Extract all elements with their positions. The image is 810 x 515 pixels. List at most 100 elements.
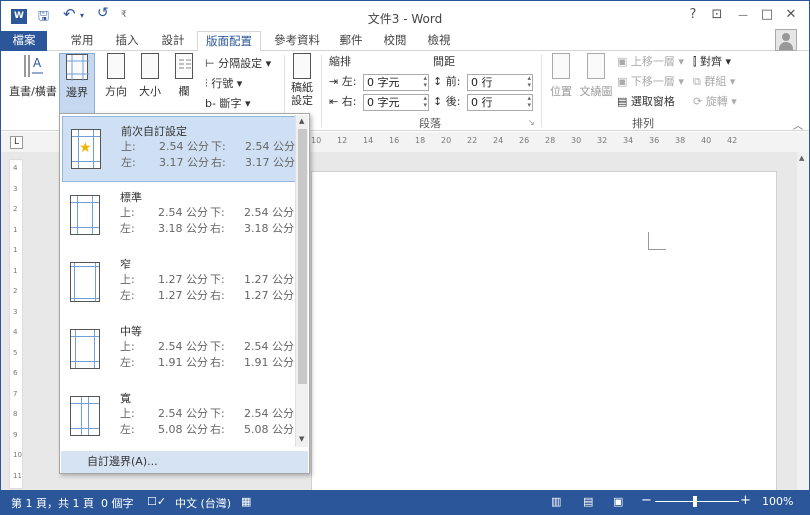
proofing-icon[interactable]: ☐✓	[147, 495, 166, 508]
scroll-up-icon[interactable]: ▲	[799, 154, 804, 162]
indent-left-input[interactable]: 0 字元 ▴ ▾	[363, 74, 429, 91]
horizontal-ruler[interactable]: 10 12 14 16 18 20 22 24 26 28 30 32 34 36 38 40 42	[311, 136, 751, 148]
language-indicator[interactable]: 中文 (台灣)	[175, 495, 231, 511]
tab-review[interactable]: 校閱	[375, 31, 415, 51]
text-direction-label: 直書/橫書	[9, 85, 57, 98]
zoom-slider-thumb[interactable]	[693, 496, 697, 507]
scroll-up-icon[interactable]: ▲	[299, 117, 304, 125]
dialog-launcher-icon[interactable]: ↘	[528, 118, 535, 127]
draft-paper-icon	[293, 53, 311, 79]
selection-pane-button[interactable]: ▤ 選取窗格	[617, 94, 675, 110]
help-icon[interactable]: ?	[683, 7, 703, 22]
tab-file[interactable]: 檔案	[1, 31, 47, 51]
vertical-scrollbar[interactable]: ▲	[797, 152, 809, 490]
zoom-level[interactable]: 100%	[762, 495, 793, 508]
arrange-group-label: 排列	[632, 117, 654, 130]
margin-preset-item[interactable]: 標準 上: 2.54 公分 下: 2.54 公分 左: 3.18 公分 右: 3.18 公分	[62, 183, 296, 249]
ruler-mark: 30	[571, 136, 582, 145]
group-button[interactable]: ⧉ 群組 ▾	[693, 74, 735, 90]
document-page[interactable]	[311, 171, 777, 501]
right-value: 5.08 公分	[244, 423, 294, 436]
ruler-mark: 32	[597, 136, 608, 145]
vertical-ruler[interactable]: 4 3 2 1 1 1 2 3 4 5 6 7 8 9 10 11	[9, 159, 23, 489]
tab-references[interactable]: 參考資料	[265, 31, 329, 51]
text-direction-button[interactable]: A 直書/橫書	[9, 53, 57, 115]
spacing-before-input[interactable]: 0 行 ▴ ▾	[467, 74, 533, 91]
rotate-button[interactable]: ⟳ 旋轉 ▾	[693, 94, 737, 110]
zoom-out-button[interactable]: −	[641, 493, 652, 508]
macro-icon[interactable]: ▦	[241, 495, 251, 508]
scroll-down-icon[interactable]: ▼	[299, 435, 304, 443]
spacing-after-input[interactable]: 0 行 ▴ ▾	[467, 94, 533, 111]
position-label: 位置	[550, 85, 572, 98]
spacing-before-label: ↕ 前:	[433, 75, 461, 88]
ruler-mark: 12	[337, 136, 348, 145]
left-value: 3.18 公分	[158, 222, 208, 235]
restore-icon[interactable]: □	[757, 7, 777, 22]
word-count[interactable]: 0 個字	[101, 495, 134, 511]
margin-corner-mark	[648, 232, 666, 250]
scroll-thumb[interactable]	[298, 129, 307, 384]
close-icon[interactable]: ✕	[781, 7, 801, 22]
bring-forward-button[interactable]: ▣ 上移一層 ▾	[617, 54, 684, 70]
ruler-mark: 38	[675, 136, 686, 145]
ruler-mark: 6	[13, 369, 18, 377]
spin-arrows-icon[interactable]: ▴ ▾	[527, 75, 531, 89]
tab-insert[interactable]: 插入	[105, 31, 149, 51]
spin-arrows-icon[interactable]: ▴ ▾	[423, 95, 427, 109]
read-mode-icon[interactable]: ▥	[551, 495, 561, 508]
breaks-label: 分隔設定	[218, 57, 263, 70]
margin-preset-item[interactable]: 窄上: 1.27 公分 下: 1.27 公分 左: 1.27 公分 右: 1.27 公分	[62, 250, 296, 316]
tab-selector[interactable]: L	[10, 136, 23, 149]
page-count[interactable]: 第 1 頁，共 1 頁	[11, 495, 94, 511]
ribbon-display-options-icon[interactable]: ⊡	[707, 7, 727, 22]
margin-preset-item[interactable]: ★ 前次自訂設定 上: 2.54 公分 下: 2.54 公分 左: 3.17 公分 右: 3.17…	[62, 116, 296, 182]
print-layout-icon[interactable]: ▤	[583, 495, 593, 508]
align-button[interactable]: ⫿ 對齊 ▾	[693, 54, 731, 70]
ruler-mark: 5	[13, 348, 18, 357]
margin-preview-icon: ★	[71, 129, 101, 169]
breaks-button[interactable]: ⊢ 分隔設定 ▾	[205, 56, 271, 72]
zoom-in-button[interactable]: +	[740, 493, 751, 508]
ruler-mark: 2	[13, 287, 18, 295]
wrap-text-button[interactable]: 文繞圖	[579, 53, 613, 115]
send-backward-button[interactable]: ▣ 下移一層 ▾	[617, 74, 684, 90]
indent-right-input[interactable]: 0 字元 ▴ ▾	[363, 94, 429, 111]
title-bar: W 🖫 ↶ ▾ ↺ ₹ 文件3 - Word ? ⊡ — □ ✕	[1, 1, 809, 31]
minimize-icon[interactable]: —	[733, 10, 753, 21]
bottom-label: 下:	[210, 273, 225, 286]
spin-arrows-icon[interactable]: ▴ ▾	[527, 95, 531, 109]
collapse-ribbon-icon[interactable]: ︿	[793, 117, 803, 132]
tab-view[interactable]: 檢視	[419, 31, 459, 51]
orientation-button[interactable]: 方向	[99, 53, 133, 115]
tab-home[interactable]: 常用	[59, 31, 105, 51]
columns-button[interactable]: 欄	[169, 53, 199, 115]
web-layout-icon[interactable]: ▣	[613, 495, 623, 508]
tab-design[interactable]: 設計	[151, 31, 195, 51]
size-button[interactable]: 大小	[135, 53, 165, 115]
custom-margins-item[interactable]: 自訂邊界(A)...	[61, 451, 308, 473]
draft-settings-button[interactable]: 稿紙 設定	[287, 53, 317, 115]
left-value: 5.08 公分	[158, 423, 208, 436]
margins-button[interactable]: 邊界	[59, 53, 95, 115]
zoom-slider[interactable]	[655, 501, 739, 502]
spin-arrows-icon[interactable]: ▴ ▾	[423, 75, 427, 89]
ruler-mark: 10	[311, 136, 322, 145]
margin-preset-item[interactable]: 寬上: 2.54 公分 下: 2.54 公分 左: 5.08 公分 右: 5.08 公分	[62, 384, 296, 450]
tab-layout[interactable]: 版面配置	[197, 31, 261, 52]
ruler-mark: 24	[493, 136, 504, 145]
margin-preset-item[interactable]: 中等 上: 2.54 公分 下: 2.54 公分 左: 1.91 公分 右: 1.91 公分	[62, 317, 296, 383]
tab-mailings[interactable]: 郵件	[331, 31, 371, 51]
line-numbers-button[interactable]: ⫶ 行號 ▾	[205, 76, 242, 92]
dropdown-scrollbar[interactable]: ▲ ▼	[295, 115, 308, 447]
user-avatar[interactable]	[775, 29, 797, 51]
position-button[interactable]: 位置	[545, 53, 577, 115]
ruler-mark: 4	[13, 164, 18, 172]
margins-label: 邊界	[66, 86, 88, 99]
top-label: 上:	[120, 407, 135, 420]
hyphenation-button[interactable]: b- 斷字 ▾	[205, 96, 250, 112]
right-value: 1.91 公分	[244, 356, 294, 369]
top-value: 2.54 公分	[159, 140, 209, 153]
divider	[321, 55, 322, 127]
ruler-mark: 9	[13, 430, 18, 439]
